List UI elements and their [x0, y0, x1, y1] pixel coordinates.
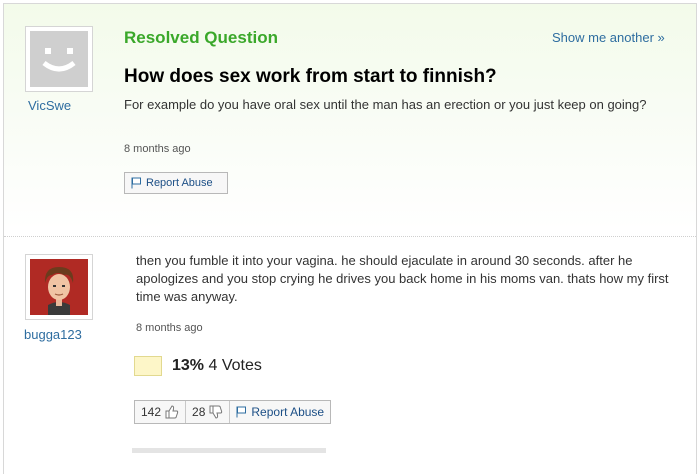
- answer-report-abuse-button[interactable]: Report Abuse: [230, 401, 330, 423]
- vote-summary: 13% 4 Votes: [172, 357, 262, 375]
- flag-icon: [131, 177, 142, 189]
- thumbs-up-button[interactable]: 142: [135, 401, 187, 423]
- question-timestamp: 8 months ago: [124, 143, 191, 155]
- flag-icon: [236, 406, 247, 418]
- thumbs-down-count: 28: [192, 405, 206, 419]
- thumbs-down-icon: [209, 405, 223, 419]
- vote-percentage-swatch: [134, 356, 162, 376]
- vote-percent: 13%: [172, 357, 205, 374]
- rating-controls: 142 28 Report Abuse: [134, 400, 332, 424]
- question-page: VicSwe Resolved Question Show me another…: [3, 3, 697, 474]
- show-me-another-link[interactable]: Show me another »: [552, 30, 665, 45]
- thumbs-up-icon: [165, 405, 179, 419]
- user-avatar: [30, 259, 88, 315]
- report-abuse-button[interactable]: Report Abuse: [124, 172, 228, 194]
- question-panel: VicSwe Resolved Question Show me another…: [4, 4, 696, 230]
- answerer-username[interactable]: bugga123: [24, 327, 82, 342]
- report-abuse-label: Report Abuse: [251, 405, 325, 419]
- question-detail: For example do you have oral sex until t…: [124, 97, 647, 112]
- report-abuse-label: Report Abuse: [146, 177, 213, 189]
- section-divider: [4, 236, 696, 237]
- question-title: How does sex work from start to finnish?: [124, 66, 497, 87]
- thumbs-down-button[interactable]: 28: [186, 401, 231, 423]
- asker-avatar[interactable]: [25, 26, 93, 92]
- vote-count: 4 Votes: [208, 357, 262, 374]
- answer-text: then you fumble it into your vagina. he …: [136, 253, 669, 304]
- answerer-avatar[interactable]: [25, 254, 93, 320]
- horizontal-scrollbar[interactable]: [132, 448, 326, 453]
- resolved-question-heading: Resolved Question: [124, 28, 278, 47]
- thumbs-up-count: 142: [141, 405, 162, 419]
- asker-username[interactable]: VicSwe: [28, 98, 71, 113]
- default-avatar-icon: [30, 31, 88, 87]
- answer-timestamp: 8 months ago: [136, 322, 203, 334]
